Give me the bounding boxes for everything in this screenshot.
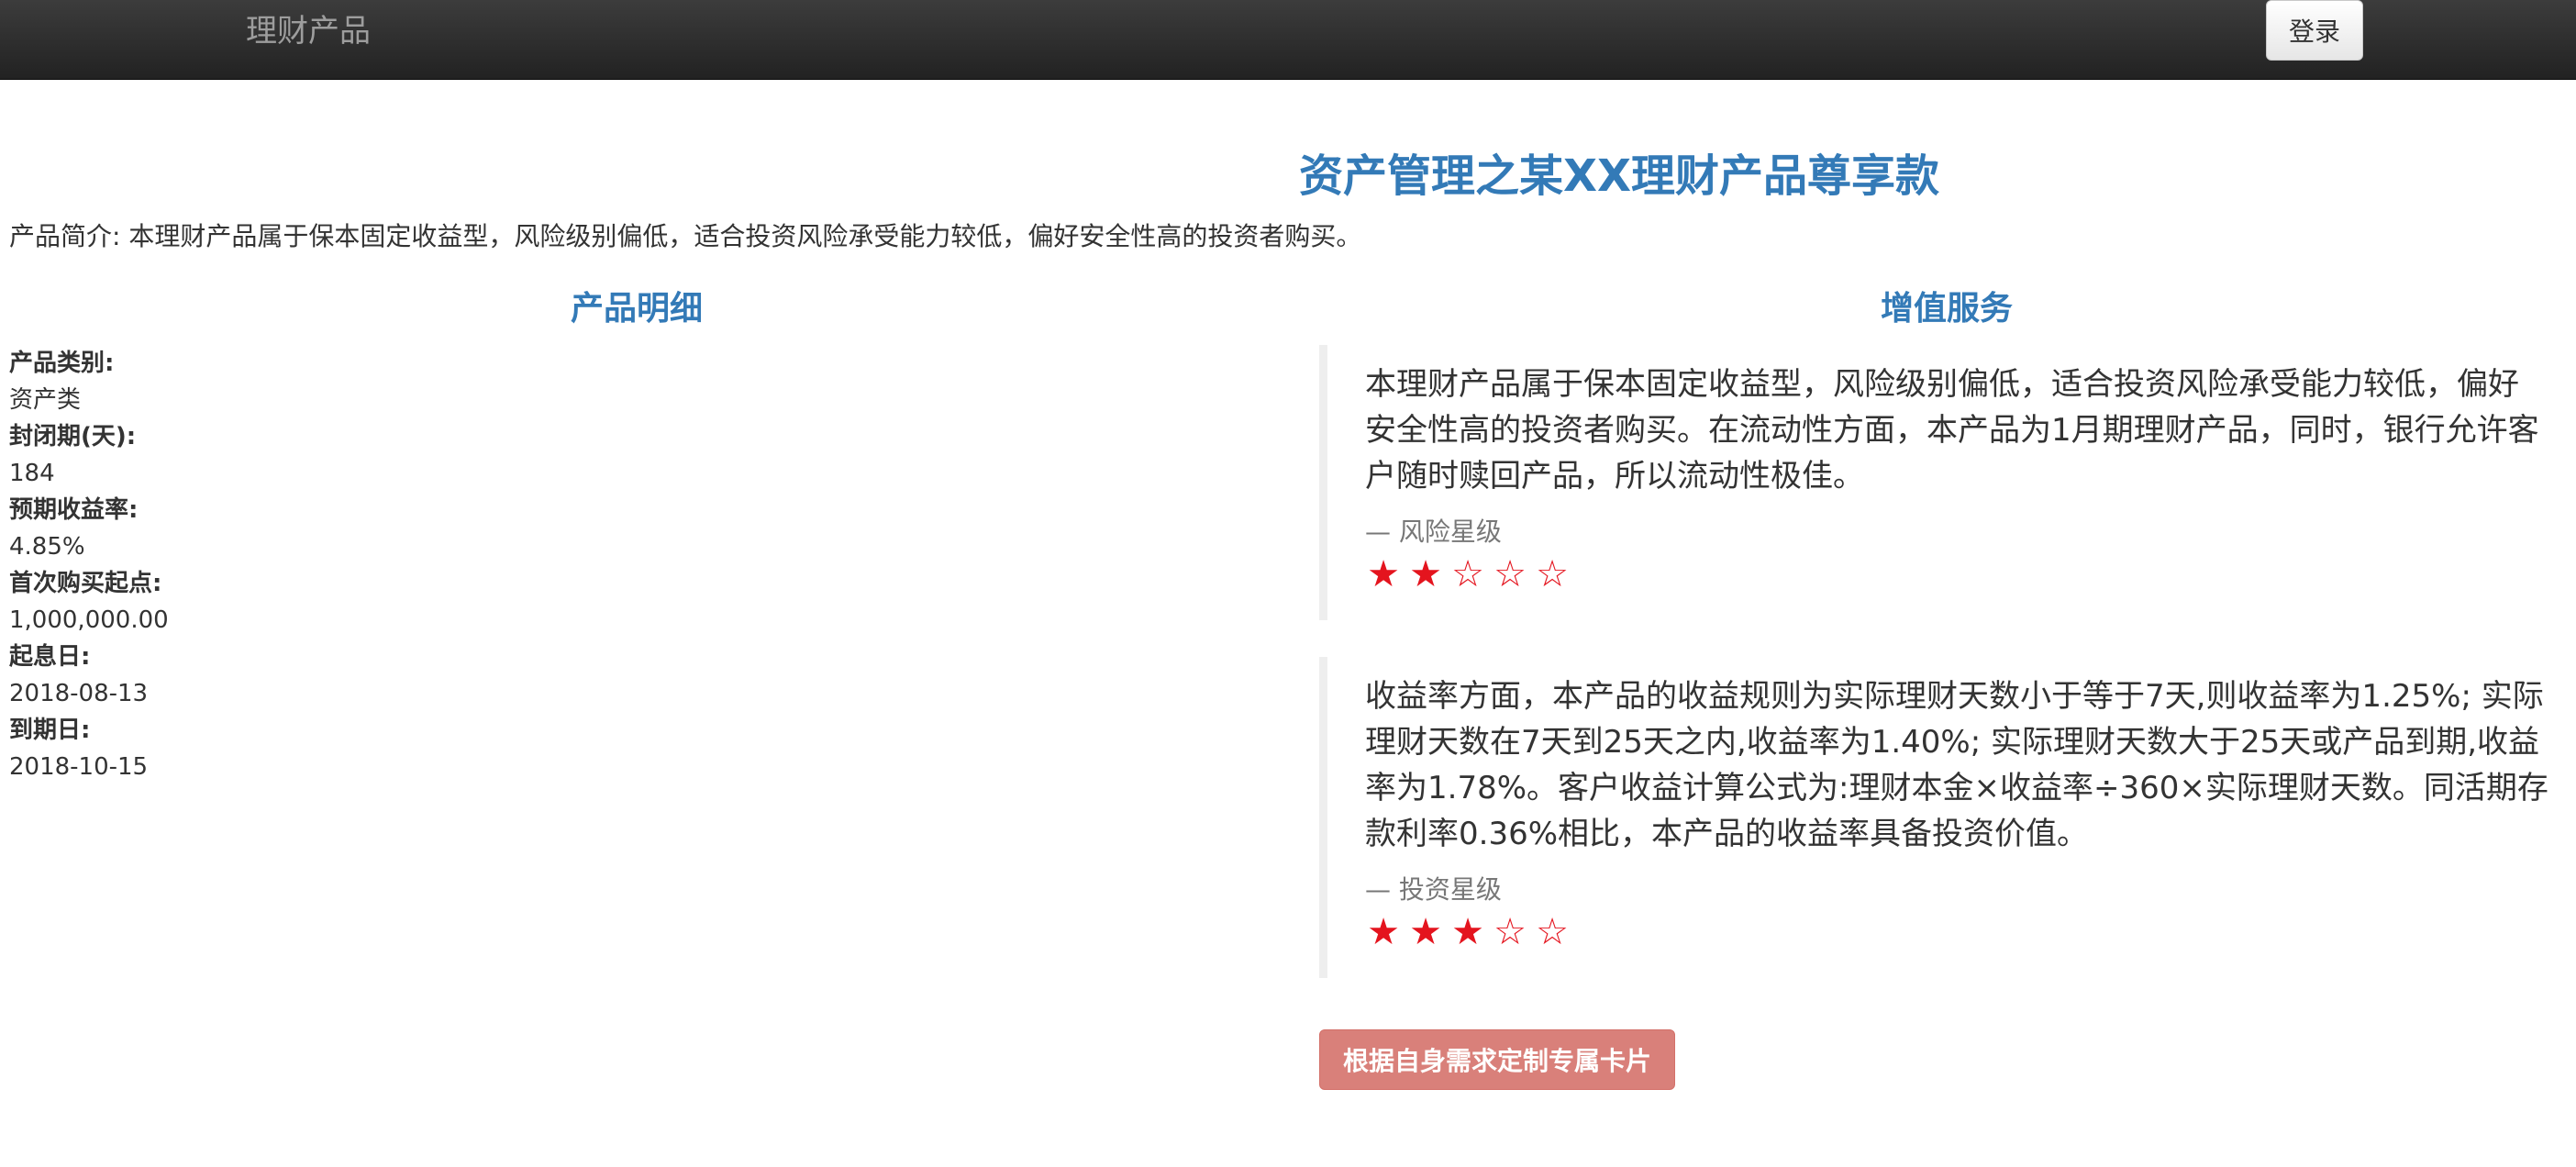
star-empty-icon: ☆: [1493, 911, 1527, 953]
yield-quote: 收益率方面，本产品的收益规则为实际理财天数小于等于7天,则收益率为1.25%; …: [1319, 657, 2548, 978]
star-filled-icon: ★: [1451, 911, 1484, 953]
detail-value-category: 资产类: [9, 386, 82, 414]
detail-label-min-purchase: 首次购买起点:: [9, 570, 162, 597]
product-details-list: 产品类别: 资产类 封闭期(天): 184 预期收益率: 4.85% 首次购买起…: [9, 345, 1110, 785]
detail-label-value-date: 起息日:: [9, 643, 91, 671]
detail-label-expected-yield: 预期收益率:: [9, 496, 139, 524]
customize-card-button[interactable]: 根据自身需求定制专属卡片: [1319, 1029, 1675, 1090]
star-empty-icon: ☆: [1536, 553, 1569, 595]
detail-value-expected-yield: 4.85%: [9, 533, 85, 561]
detail-value-min-purchase: 1,000,000.00: [9, 606, 169, 634]
risk-quote: 本理财产品属于保本固定收益型，风险级别偏低，适合投资风险承受能力较低，偏好安全性…: [1319, 345, 2548, 620]
product-details-heading: 产品明细: [571, 290, 704, 328]
detail-value-value-date: 2018-08-13: [9, 680, 149, 707]
login-button[interactable]: 登录: [2266, 0, 2363, 61]
star-filled-icon: ★: [1367, 911, 1400, 953]
detail-label-category: 产品类别:: [9, 350, 115, 377]
investment-rating-stars: ★ ★ ★ ☆ ☆: [1365, 912, 2548, 952]
brand-title[interactable]: 理财产品: [246, 11, 371, 51]
investment-rating-label: — 投资星级: [1365, 874, 1502, 905]
product-intro: 产品简介: 本理财产品属于保本固定收益型，风险级别偏低，适合投资风险承受能力较低…: [9, 221, 1362, 251]
page-title: 资产管理之某XX理财产品尊享款: [1298, 150, 1940, 202]
star-filled-icon: ★: [1367, 553, 1400, 595]
star-empty-icon: ☆: [1536, 911, 1569, 953]
star-empty-icon: ☆: [1493, 553, 1527, 595]
detail-label-closed-period: 封闭期(天):: [9, 423, 137, 450]
star-filled-icon: ★: [1409, 911, 1442, 953]
risk-quote-text: 本理财产品属于保本固定收益型，风险级别偏低，适合投资风险承受能力较低，偏好安全性…: [1365, 366, 2539, 495]
risk-rating-label: — 风险星级: [1365, 517, 1502, 547]
yield-quote-text: 收益率方面，本产品的收益规则为实际理财天数小于等于7天,则收益率为1.25%; …: [1365, 678, 2548, 852]
top-navbar: 理财产品 登录: [0, 0, 2576, 80]
detail-value-maturity-date: 2018-10-15: [9, 753, 149, 781]
detail-label-maturity-date: 到期日:: [9, 717, 91, 744]
star-empty-icon: ☆: [1451, 553, 1484, 595]
star-filled-icon: ★: [1409, 553, 1442, 595]
value-added-services-heading: 增值服务: [1881, 290, 2014, 328]
risk-rating-stars: ★ ★ ☆ ☆ ☆: [1365, 554, 2548, 595]
detail-value-closed-period: 184: [9, 460, 55, 487]
